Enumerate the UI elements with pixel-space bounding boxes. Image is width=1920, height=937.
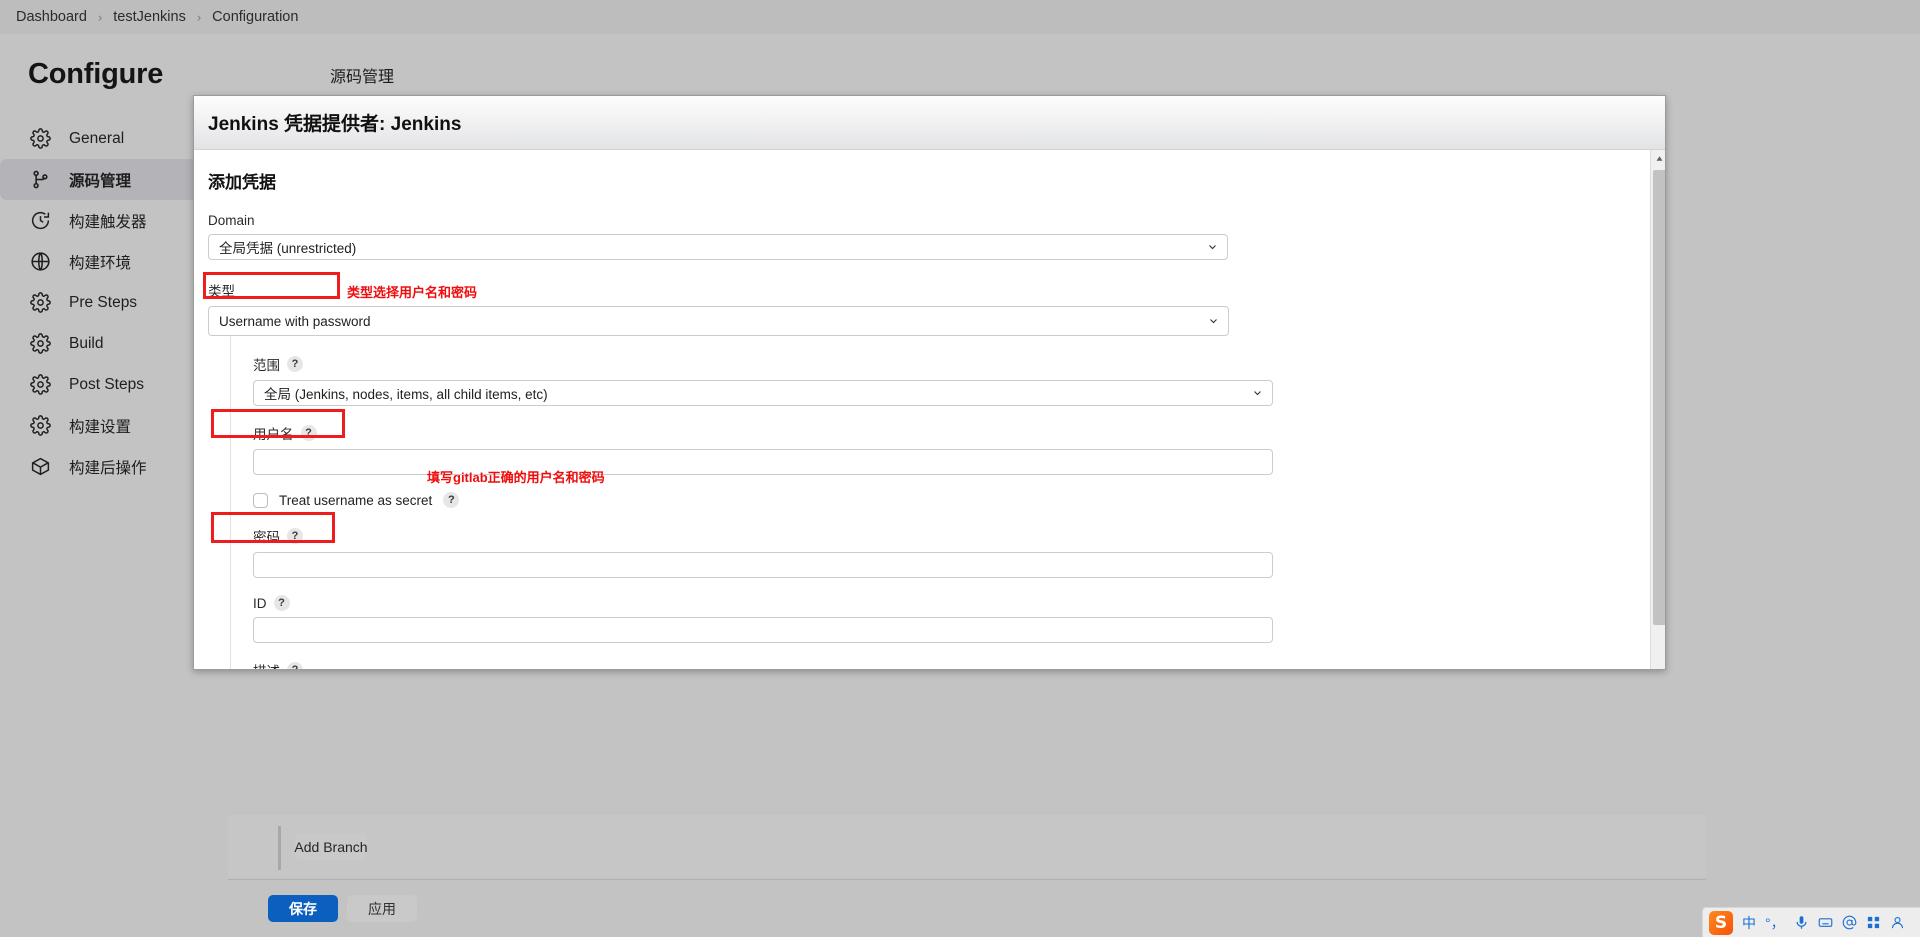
- ime-toolbar[interactable]: S 中 °，: [1702, 907, 1920, 937]
- screen: Dashboard › testJenkins › Configuration …: [0, 0, 1920, 937]
- sidebar-item-label: Build: [69, 334, 104, 352]
- scope-select[interactable]: 全局 (Jenkins, nodes, items, all child ite…: [253, 380, 1273, 406]
- domain-label: Domain: [208, 213, 255, 228]
- breadcrumb: Dashboard › testJenkins › Configuration: [0, 0, 1920, 34]
- sidebar-item-label: Post Steps: [69, 375, 144, 393]
- branch-group-rule: [278, 826, 281, 870]
- help-icon[interactable]: ?: [287, 356, 303, 372]
- description-label: 描述 ?: [253, 660, 1260, 669]
- domain-selected-value: 全局凭据 (unrestricted): [219, 241, 357, 256]
- ime-punctuation-toggle[interactable]: °，: [1765, 913, 1785, 933]
- add-branch-button[interactable]: Add Branch: [294, 834, 368, 860]
- globe-icon: [30, 251, 51, 272]
- type-select[interactable]: Username with password: [208, 306, 1229, 336]
- credentials-annotation-text: 填写gitlab正确的用户名和密码: [427, 470, 605, 485]
- scope-label: 范围 ?: [253, 354, 1260, 374]
- password-field: 密码 ?: [253, 526, 1273, 578]
- box-icon: [30, 456, 51, 477]
- at-icon[interactable]: [1842, 915, 1857, 930]
- help-icon[interactable]: ?: [287, 528, 303, 544]
- breadcrumb-separator-icon: ›: [97, 10, 103, 24]
- sidebar-item-label: 构建环境: [69, 254, 132, 272]
- description-field: 描述 ?: [253, 660, 1260, 669]
- sidebar-item-label: 源码管理: [69, 172, 132, 190]
- ime-mode-label[interactable]: 中: [1742, 913, 1756, 933]
- mic-icon[interactable]: [1794, 915, 1809, 930]
- treat-username-as-secret-checkbox[interactable]: [253, 492, 268, 508]
- scm-section-heading: 源码管理: [330, 69, 395, 86]
- username-label-text: 用户名: [253, 427, 294, 442]
- credentials-dialog: Jenkins 凭据提供者: Jenkins 添加凭据 Domain 全局凭据 …: [193, 95, 1666, 670]
- domain-field: Domain 全局凭据 (unrestricted): [208, 213, 1228, 260]
- breadcrumb-item-dashboard[interactable]: Dashboard: [16, 9, 87, 25]
- gear-icon: [30, 333, 51, 354]
- type-selected-value: Username with password: [219, 313, 371, 329]
- username-field: 用户名 ?: [253, 423, 1273, 475]
- treat-username-as-secret-label: Treat username as secret: [279, 492, 433, 508]
- footer-divider: [228, 879, 1706, 880]
- clock-icon: [30, 210, 51, 231]
- gear-icon: [30, 292, 51, 313]
- id-input[interactable]: [253, 617, 1273, 643]
- apply-button[interactable]: 应用: [347, 895, 417, 922]
- scope-field: 范围 ? 全局 (Jenkins, nodes, items, all chil…: [253, 354, 1273, 406]
- keyboard-icon[interactable]: [1818, 915, 1833, 930]
- scm-panel-background: [228, 815, 1706, 877]
- page-title: Configure: [28, 58, 164, 90]
- sidebar-item-label: 构建后操作: [69, 459, 147, 477]
- help-icon[interactable]: ?: [300, 425, 317, 441]
- treat-username-as-secret-row[interactable]: Treat username as secret ?: [253, 492, 1260, 508]
- save-button[interactable]: 保存: [268, 895, 338, 922]
- chevron-down-icon: [1253, 389, 1262, 398]
- gear-icon: [30, 415, 51, 436]
- apps-icon[interactable]: [1866, 915, 1881, 930]
- id-field: ID ?: [253, 595, 1273, 643]
- dialog-scrollbar[interactable]: [1650, 150, 1665, 669]
- domain-select[interactable]: 全局凭据 (unrestricted): [208, 234, 1228, 260]
- sidebar-item-label: General: [69, 129, 125, 147]
- username-label: 用户名 ?: [253, 423, 1260, 443]
- help-icon[interactable]: ?: [273, 595, 290, 611]
- id-label: ID ?: [253, 595, 1260, 611]
- help-icon[interactable]: ?: [443, 492, 460, 508]
- breadcrumb-item-configuration[interactable]: Configuration: [212, 9, 298, 25]
- type-annotation-text: 类型选择用户名和密码: [347, 285, 478, 300]
- sidebar-item-label: 构建设置: [69, 418, 132, 436]
- id-label-text: ID: [253, 595, 267, 611]
- sogou-logo-icon[interactable]: S: [1709, 910, 1733, 935]
- password-label-text: 密码: [253, 530, 280, 545]
- scrollbar-thumb[interactable]: [1653, 170, 1665, 625]
- chevron-down-icon: [1208, 243, 1217, 252]
- credential-subform: 范围 ? 全局 (Jenkins, nodes, items, all chil…: [230, 336, 1273, 669]
- scope-selected-value: 全局 (Jenkins, nodes, items, all child ite…: [264, 387, 548, 402]
- chevron-down-icon: [1209, 317, 1218, 326]
- description-label-text: 描述: [253, 660, 280, 669]
- help-icon[interactable]: ?: [287, 662, 303, 669]
- branch-icon: [30, 169, 51, 190]
- gear-icon: [30, 374, 51, 395]
- sidebar-item-label: Pre Steps: [69, 293, 138, 311]
- dialog-titlebar: Jenkins 凭据提供者: Jenkins: [194, 96, 1665, 150]
- password-input[interactable]: [253, 552, 1273, 578]
- dialog-body: 添加凭据 Domain 全局凭据 (unrestricted) 类型 Usern…: [194, 150, 1665, 669]
- scope-label-text: 范围: [253, 358, 280, 373]
- breadcrumb-item-testjenkins[interactable]: testJenkins: [113, 9, 186, 25]
- scroll-up-icon[interactable]: [1651, 150, 1665, 167]
- dialog-title: Jenkins 凭据提供者: Jenkins: [208, 114, 462, 135]
- sidebar-item-label: 构建触发器: [69, 213, 147, 231]
- password-label: 密码 ?: [253, 526, 1260, 546]
- breadcrumb-separator-icon: ›: [196, 10, 202, 24]
- username-input[interactable]: [253, 449, 1273, 475]
- gear-icon: [30, 128, 51, 149]
- add-credentials-heading: 添加凭据: [208, 173, 276, 192]
- user-icon[interactable]: [1890, 915, 1905, 930]
